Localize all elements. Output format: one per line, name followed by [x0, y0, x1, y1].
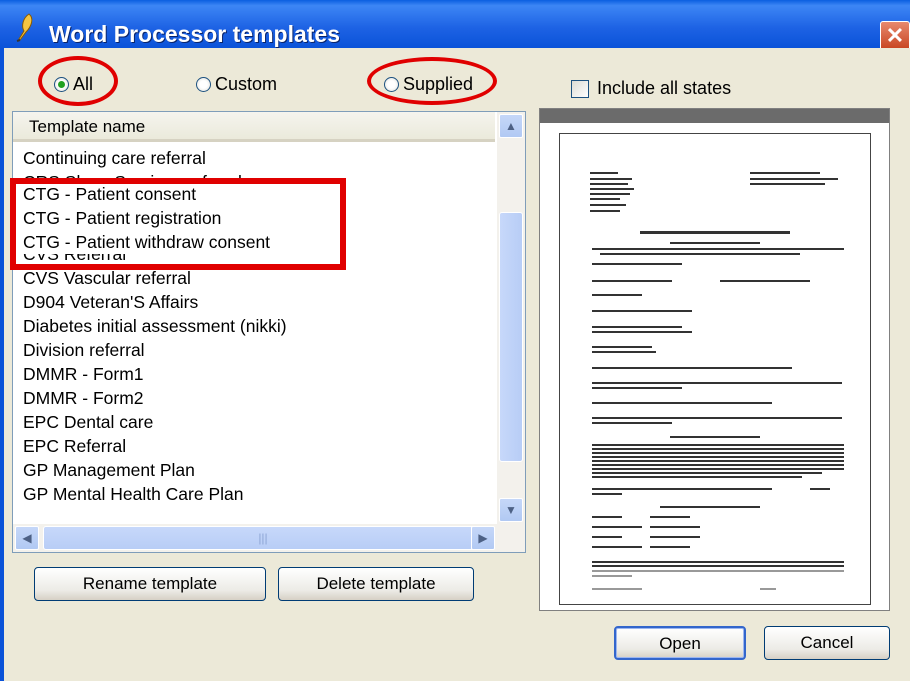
- list-item[interactable]: DMMR - Form2: [23, 386, 495, 410]
- radio-all-indicator[interactable]: [54, 76, 69, 92]
- radio-all[interactable]: All: [54, 72, 93, 96]
- close-icon: ✕: [885, 23, 905, 48]
- quill-icon: [16, 13, 33, 42]
- radio-custom-label: Custom: [215, 73, 278, 94]
- close-button[interactable]: ✕: [880, 21, 910, 51]
- template-list[interactable]: Template name Continuing care referral C…: [12, 111, 526, 553]
- list-item[interactable]: DMMR - Form1: [23, 362, 495, 386]
- list-item[interactable]: CVS Vascular referral: [23, 266, 495, 290]
- include-all-states-box[interactable]: [571, 79, 589, 98]
- chevron-right-icon: ▶: [478, 531, 488, 545]
- vertical-scroll-thumb[interactable]: [499, 212, 523, 462]
- scroll-left-button[interactable]: ◀: [15, 526, 39, 550]
- list-item[interactable]: CTG - Patient registration: [23, 206, 495, 230]
- list-item[interactable]: GP Management Plan: [23, 458, 495, 482]
- template-rows: Continuing care referral CRS Sleep Servi…: [23, 146, 495, 506]
- include-all-states-checkbox[interactable]: Include all states: [571, 78, 731, 99]
- list-item[interactable]: CRS Sleep Services referral: [23, 170, 495, 182]
- list-item[interactable]: Diabetes initial assessment (nikki): [23, 314, 495, 338]
- list-item[interactable]: Continuing care referral: [23, 146, 495, 170]
- radio-supplied[interactable]: Supplied: [384, 72, 473, 96]
- list-item[interactable]: CTG - Patient withdraw consent: [23, 230, 495, 254]
- include-all-states-label: Include all states: [597, 78, 732, 98]
- list-item[interactable]: CTG - Patient consent: [23, 182, 495, 206]
- delete-template-button[interactable]: Delete template: [278, 567, 474, 601]
- radio-supplied-indicator[interactable]: [384, 76, 399, 92]
- column-header-template-name[interactable]: Template name: [13, 112, 495, 142]
- template-preview: [539, 108, 890, 611]
- preview-page: [559, 133, 871, 605]
- list-item[interactable]: CVS Referral: [23, 254, 495, 266]
- list-item[interactable]: GP Mental Health Care Plan: [23, 482, 495, 506]
- radio-all-label: All: [73, 73, 94, 94]
- scroll-up-button[interactable]: ▲: [499, 114, 523, 138]
- rename-template-button[interactable]: Rename template: [34, 567, 266, 601]
- list-item[interactable]: EPC Referral: [23, 434, 495, 458]
- scroll-right-button[interactable]: ▶: [471, 526, 495, 550]
- list-item[interactable]: D904 Veteran'S Affairs: [23, 290, 495, 314]
- chevron-up-icon: ▲: [505, 119, 517, 133]
- templates-dialog: Word Processor templates ✕ All Custom Su…: [0, 0, 910, 681]
- radio-custom[interactable]: Custom: [196, 72, 277, 96]
- cancel-button[interactable]: Cancel: [764, 626, 890, 660]
- radio-custom-indicator[interactable]: [196, 76, 211, 92]
- vertical-scrollbar[interactable]: ▲ ▼: [497, 112, 525, 524]
- list-item[interactable]: EPC Dental care: [23, 410, 495, 434]
- open-button[interactable]: Open: [614, 626, 746, 660]
- horizontal-scrollbar[interactable]: ◀ ||| ▶: [13, 524, 525, 552]
- chevron-left-icon: ◀: [22, 531, 32, 545]
- horizontal-scroll-thumb[interactable]: |||: [43, 526, 483, 550]
- preview-document-thumbnail: [590, 172, 844, 590]
- chevron-down-icon: ▼: [505, 503, 517, 517]
- radio-supplied-label: Supplied: [403, 73, 474, 94]
- preview-toolbar: [540, 109, 889, 123]
- list-item[interactable]: Division referral: [23, 338, 495, 362]
- window-title: Word Processor templates: [49, 21, 341, 47]
- scroll-down-button[interactable]: ▼: [499, 498, 523, 522]
